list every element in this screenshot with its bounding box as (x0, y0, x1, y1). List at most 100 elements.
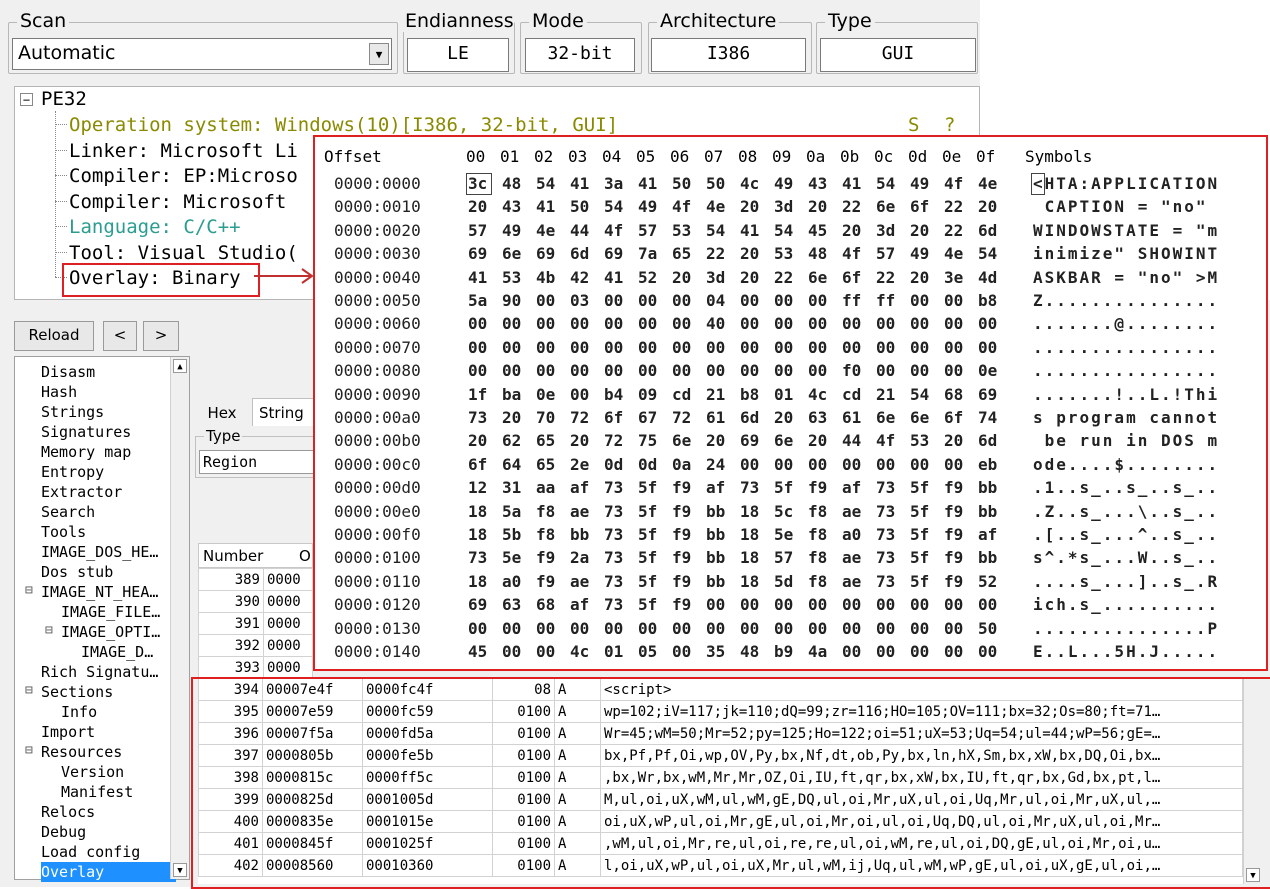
hex-byte[interactable]: 00 (774, 453, 804, 476)
hex-byte[interactable]: 00 (944, 336, 974, 359)
hex-row[interactable]: 0000:0140 45 00 00 4c 01 05 00 35 48 b9 4a 00 00 00 00 0… (315, 640, 1265, 663)
hex-byte[interactable]: 48 (502, 172, 532, 195)
hex-byte[interactable]: 4a (808, 640, 838, 663)
table-row[interactable]: 390 0000 (198, 590, 313, 613)
hex-byte[interactable]: 00 (740, 453, 770, 476)
hex-byte[interactable]: 20 (774, 406, 804, 429)
hex-byte[interactable]: 00 (910, 593, 940, 616)
hex-byte[interactable]: b8 (978, 289, 1008, 312)
hex-byte[interactable]: 4c (808, 383, 838, 406)
hex-byte[interactable]: 00 (910, 312, 940, 335)
hex-byte[interactable]: ae (570, 500, 600, 523)
hex-byte[interactable]: 00 (570, 383, 600, 406)
hex-byte[interactable]: 57 (468, 219, 498, 242)
hex-byte[interactable]: 57 (774, 546, 804, 569)
hex-byte[interactable]: 00 (706, 336, 736, 359)
hex-byte[interactable]: 73 (604, 523, 634, 546)
hex-byte[interactable]: 18 (740, 500, 770, 523)
hex-byte[interactable]: 00 (468, 617, 498, 640)
tree-root[interactable]: PE32 (41, 87, 87, 111)
hex-byte[interactable]: 00 (978, 593, 1008, 616)
hex-row[interactable]: 0000:0040 41 53 4b 42 41 52 20 3d 20 22 6e 6f 22 20 3e 4… (315, 266, 1265, 289)
hex-byte[interactable]: 20 (978, 195, 1008, 218)
hex-byte[interactable]: 6e (876, 195, 906, 218)
hex-byte[interactable]: 22 (842, 195, 872, 218)
hex-byte[interactable]: f9 (672, 570, 702, 593)
hex-byte[interactable]: 61 (842, 406, 872, 429)
column-header-number[interactable]: Number (203, 547, 263, 565)
hex-byte[interactable]: 18 (468, 500, 498, 523)
hex-byte[interactable]: 73 (876, 500, 906, 523)
hex-byte[interactable]: 00 (808, 312, 838, 335)
hex-byte[interactable]: 00 (876, 617, 906, 640)
hex-row[interactable]: 0000:0090 1f ba 0e 00 b4 09 cd 21 b8 01 4c cd 21 54 68 6… (315, 383, 1265, 406)
hex-byte[interactable]: 50 (978, 617, 1008, 640)
reload-button[interactable]: Reload (14, 321, 94, 351)
scroll-down-icon[interactable]: ▼ (173, 863, 187, 877)
hex-byte[interactable]: 00 (502, 359, 532, 382)
hex-byte[interactable]: bb (706, 546, 736, 569)
hex-byte[interactable]: 3e (944, 266, 974, 289)
hex-byte[interactable]: 62 (502, 429, 532, 452)
hex-byte[interactable]: 5f (910, 500, 940, 523)
sidebar-item[interactable]: Memory map (41, 442, 131, 462)
hex-byte[interactable]: aa (536, 476, 566, 499)
hex-row[interactable]: 0000:00a0 73 20 70 72 6f 67 72 61 6d 20 63 61 6e 6e 6f 7… (315, 406, 1265, 429)
hex-byte[interactable]: 5f (638, 593, 668, 616)
sidebar-item[interactable]: Overlay (41, 862, 176, 882)
hex-byte[interactable]: bb (978, 476, 1008, 499)
hex-byte[interactable]: 00 (910, 359, 940, 382)
hex-byte[interactable]: 4b (536, 266, 566, 289)
hex-byte[interactable]: 35 (706, 640, 736, 663)
hex-byte[interactable]: 0d (638, 453, 668, 476)
hex-byte[interactable]: 45 (808, 219, 838, 242)
hex-byte[interactable]: 69 (740, 429, 770, 452)
hex-byte[interactable]: bb (706, 570, 736, 593)
hex-byte[interactable]: f8 (536, 523, 566, 546)
expand-icon[interactable]: ⊟ (25, 684, 33, 698)
hex-byte[interactable]: bb (706, 523, 736, 546)
hex-byte[interactable]: 00 (910, 453, 940, 476)
hex-byte[interactable]: 73 (604, 593, 634, 616)
hex-byte[interactable]: 45 (468, 640, 498, 663)
hex-byte[interactable]: 18 (468, 523, 498, 546)
hex-byte[interactable]: 73 (876, 523, 906, 546)
hex-byte[interactable]: bb (978, 546, 1008, 569)
hex-byte[interactable]: 00 (842, 593, 872, 616)
signature-flag[interactable]: S (908, 113, 919, 137)
hex-byte[interactable]: 00 (638, 336, 668, 359)
hex-byte[interactable]: b9 (774, 640, 804, 663)
hex-byte[interactable]: 6d (740, 406, 770, 429)
hex-byte[interactable]: af (706, 476, 736, 499)
hex-byte[interactable]: 00 (672, 289, 702, 312)
hex-byte[interactable]: 0d (604, 453, 634, 476)
hex-byte[interactable]: 67 (638, 406, 668, 429)
hex-byte[interactable]: 53 (910, 429, 940, 452)
tab-strings[interactable]: String (252, 398, 322, 426)
hex-byte[interactable]: 73 (604, 570, 634, 593)
hex-byte[interactable]: 00 (468, 336, 498, 359)
hex-byte[interactable]: 63 (502, 593, 532, 616)
hex-byte[interactable]: 00 (910, 336, 940, 359)
hex-byte[interactable]: 00 (740, 336, 770, 359)
hex-byte[interactable]: 69 (468, 593, 498, 616)
hex-byte[interactable]: f9 (944, 546, 974, 569)
hex-byte[interactable]: 00 (604, 617, 634, 640)
sidebar-item[interactable]: IMAGE_OPTI… (61, 622, 160, 642)
hex-byte[interactable]: 00 (876, 336, 906, 359)
hex-byte[interactable]: 2e (570, 453, 600, 476)
hex-byte[interactable]: 00 (808, 359, 838, 382)
hex-byte[interactable]: 20 (740, 242, 770, 265)
hex-byte[interactable]: 6d (978, 429, 1008, 452)
hex-byte[interactable]: a0 (502, 570, 532, 593)
sidebar-item[interactable]: Sections (41, 682, 113, 702)
hex-byte[interactable]: 1f (468, 383, 498, 406)
hex-byte[interactable]: 41 (468, 266, 498, 289)
hex-byte[interactable]: 5f (774, 476, 804, 499)
hex-byte[interactable]: 49 (910, 172, 940, 195)
sidebar-item[interactable]: Import (41, 722, 95, 742)
hex-byte[interactable]: 00 (740, 359, 770, 382)
sidebar-item[interactable]: Entropy (41, 462, 104, 482)
back-button[interactable]: < (103, 321, 137, 351)
hex-byte[interactable]: bb (978, 500, 1008, 523)
